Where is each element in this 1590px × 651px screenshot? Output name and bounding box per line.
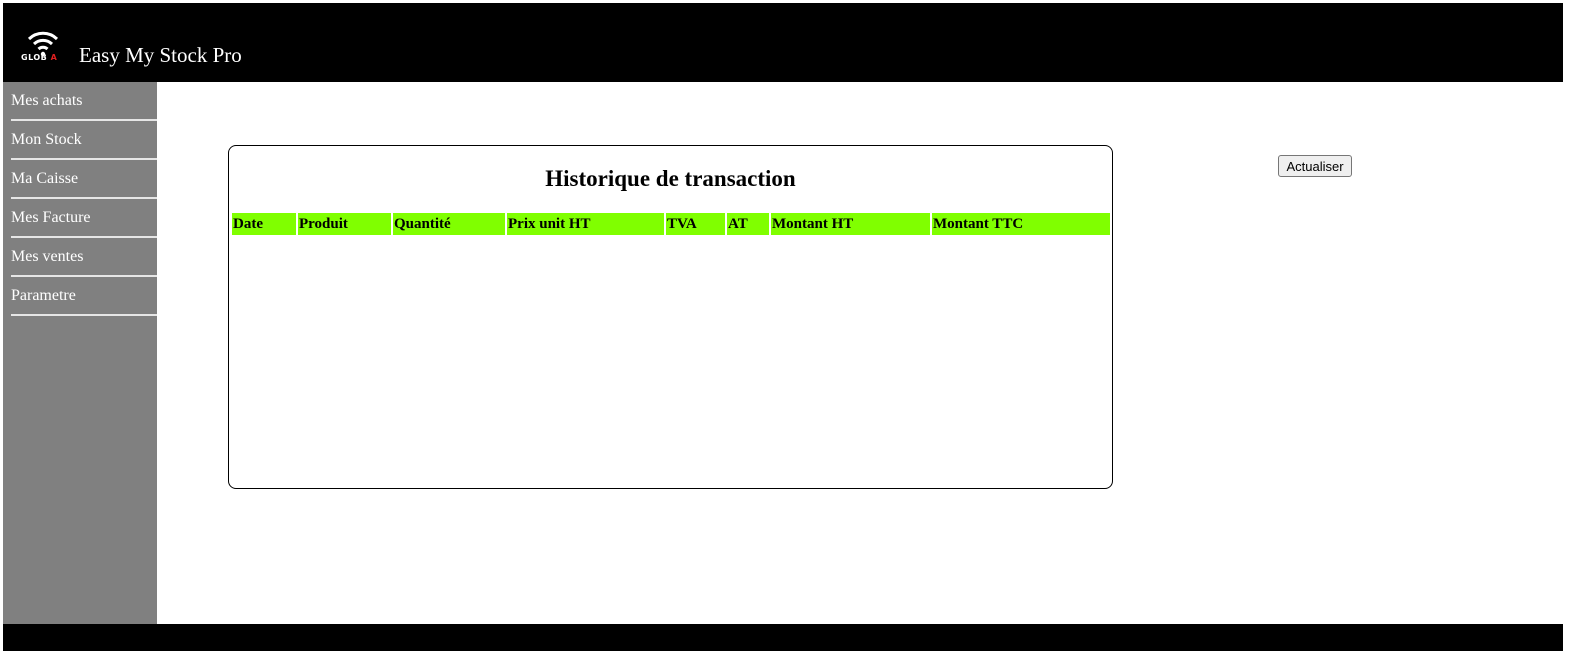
refresh-button[interactable]: Actualiser [1278, 155, 1352, 177]
column-header-produit: Produit [298, 213, 391, 235]
column-header-at: AT [727, 213, 769, 235]
sidebar-item-label: Parametre [11, 287, 76, 304]
sidebar-item-mes-facture[interactable]: Mes Facture [11, 199, 157, 238]
sidebar: Mes achats Mon Stock Ma Caisse Mes Factu… [3, 82, 157, 624]
sidebar-item-mon-stock[interactable]: Mon Stock [11, 121, 157, 160]
window-edge [1565, 0, 1590, 651]
sidebar-item-parametre[interactable]: Parametre [11, 277, 157, 316]
sidebar-item-mes-ventes[interactable]: Mes ventes [11, 238, 157, 277]
app-title: Easy My Stock Pro [79, 43, 242, 67]
sidebar-item-mes-achats[interactable]: Mes achats [11, 82, 157, 121]
transaction-table: Date Produit Quantité Prix unit HT TVA A… [230, 213, 1112, 235]
table-header-row: Date Produit Quantité Prix unit HT TVA A… [232, 213, 1110, 235]
sidebar-item-label: Mon Stock [11, 131, 82, 148]
sidebar-item-label: Mes Facture [11, 209, 91, 226]
footer-bar [3, 624, 1563, 651]
logo-wordmark: GLOB A [21, 53, 57, 62]
column-header-quantite: Quantité [393, 213, 505, 235]
sidebar-item-label: Mes achats [11, 92, 83, 109]
column-header-date: Date [232, 213, 296, 235]
column-header-prix-unit-ht: Prix unit HT [507, 213, 664, 235]
sidebar-item-label: Mes ventes [11, 248, 84, 265]
sidebar-item-ma-caisse[interactable]: Ma Caisse [11, 160, 157, 199]
top-bar: GLOB A Easy My Stock Pro [3, 3, 1563, 82]
transaction-history-panel: Historique de transaction Date Produit Q… [228, 145, 1113, 489]
panel-title: Historique de transaction [545, 166, 796, 191]
column-header-montant-ttc: Montant TTC [932, 213, 1110, 235]
sidebar-item-label: Ma Caisse [11, 170, 79, 187]
column-header-tva: TVA [666, 213, 725, 235]
column-header-montant-ht: Montant HT [771, 213, 930, 235]
logo-text-accent: A [50, 53, 58, 62]
wifi-icon [27, 31, 59, 57]
app-window: GLOB A Easy My Stock Pro Mes achats Mon … [0, 0, 1590, 651]
logo-text-main: GLOB [21, 53, 48, 62]
